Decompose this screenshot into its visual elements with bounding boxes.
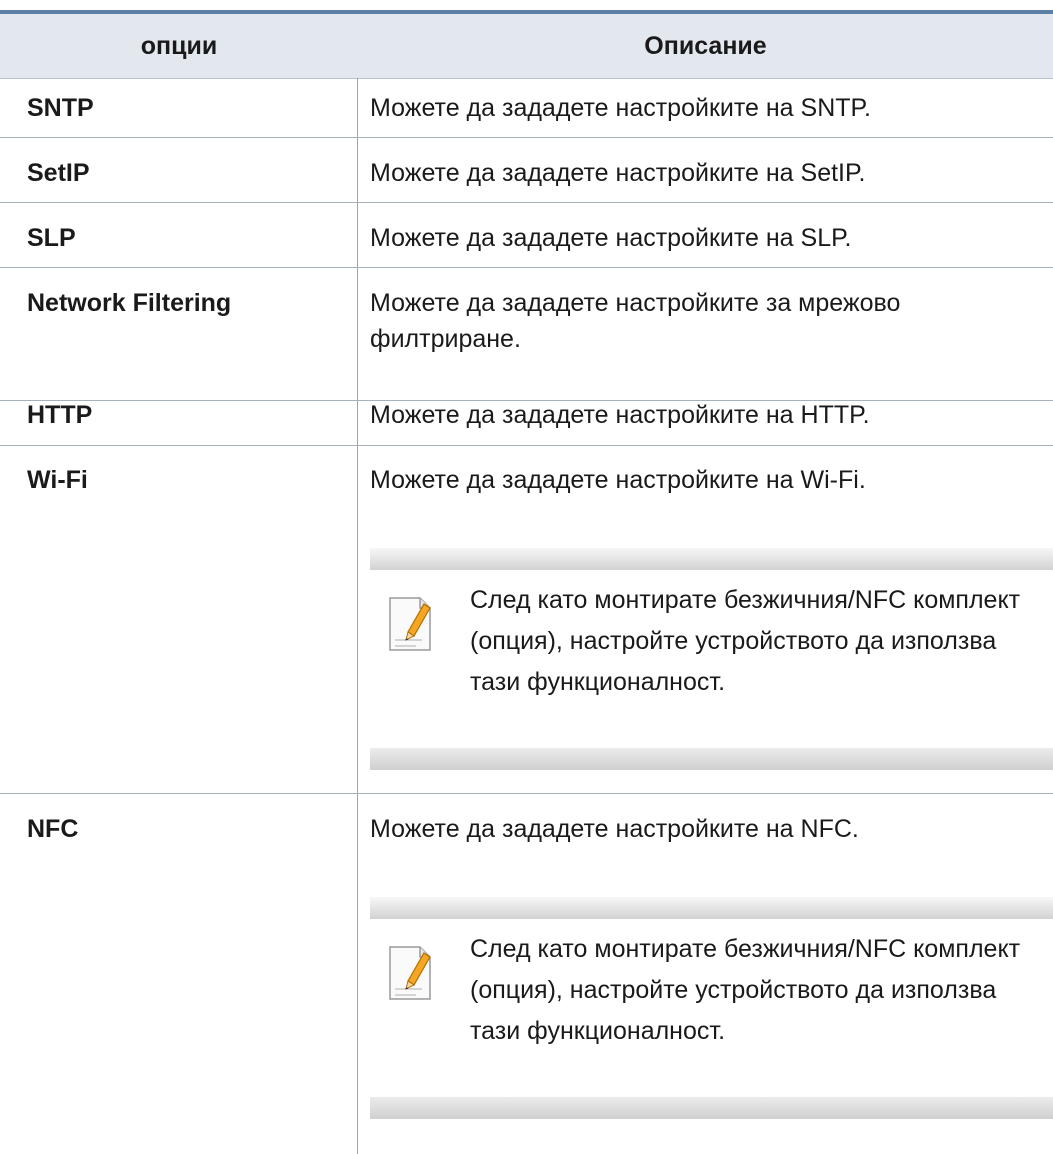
table-header: опции Описание [0, 14, 1053, 79]
note-box-nfc: След като монтирате безжичния/NFC компле… [370, 897, 1053, 1119]
note-text: След като монтирате безжичния/NFC компле… [470, 586, 1021, 696]
option-setip: SetIP [27, 159, 90, 187]
column-header-description: Описание [644, 32, 767, 60]
option-sntp: SNTP [27, 94, 94, 122]
note-box-wifi: След като монтирате безжичния/NFC компле… [370, 548, 1053, 770]
description-nfc: Можете да зададете настройките на NFC. [370, 815, 859, 843]
option-nfc: NFC [27, 815, 79, 843]
row-divider [0, 202, 1053, 203]
row-divider [0, 137, 1053, 138]
note-pencil-icon [386, 596, 434, 652]
column-header-options: опции [140, 32, 218, 60]
option-http: HTTP [27, 401, 93, 429]
column-divider [357, 78, 358, 1154]
option-slp: SLP [27, 224, 76, 252]
description-http: Можете да зададете настройките на HTTP. [370, 401, 870, 429]
note-top-bar [370, 548, 1053, 570]
description-network-filtering: Можете да зададете настройките за мрежов… [370, 289, 901, 353]
note-bottom-bar [370, 748, 1053, 770]
description-slp: Можете да зададете настройките на SLP. [370, 224, 852, 252]
description-wifi: Можете да зададете настройките на Wi-Fi. [370, 466, 866, 494]
row-divider [0, 793, 1053, 794]
row-divider [0, 445, 1053, 446]
row-divider [0, 267, 1053, 268]
note-text: След като монтирате безжичния/NFC компле… [470, 935, 1021, 1045]
option-wifi: Wi-Fi [27, 466, 88, 494]
note-top-bar [370, 897, 1053, 919]
option-network-filtering: Network Filtering [27, 289, 232, 317]
note-pencil-icon [386, 945, 434, 1001]
note-bottom-bar [370, 1097, 1053, 1119]
description-sntp: Можете да зададете настройките на SNTP. [370, 94, 871, 122]
description-setip: Можете да зададете настройките на SetIP. [370, 159, 866, 187]
